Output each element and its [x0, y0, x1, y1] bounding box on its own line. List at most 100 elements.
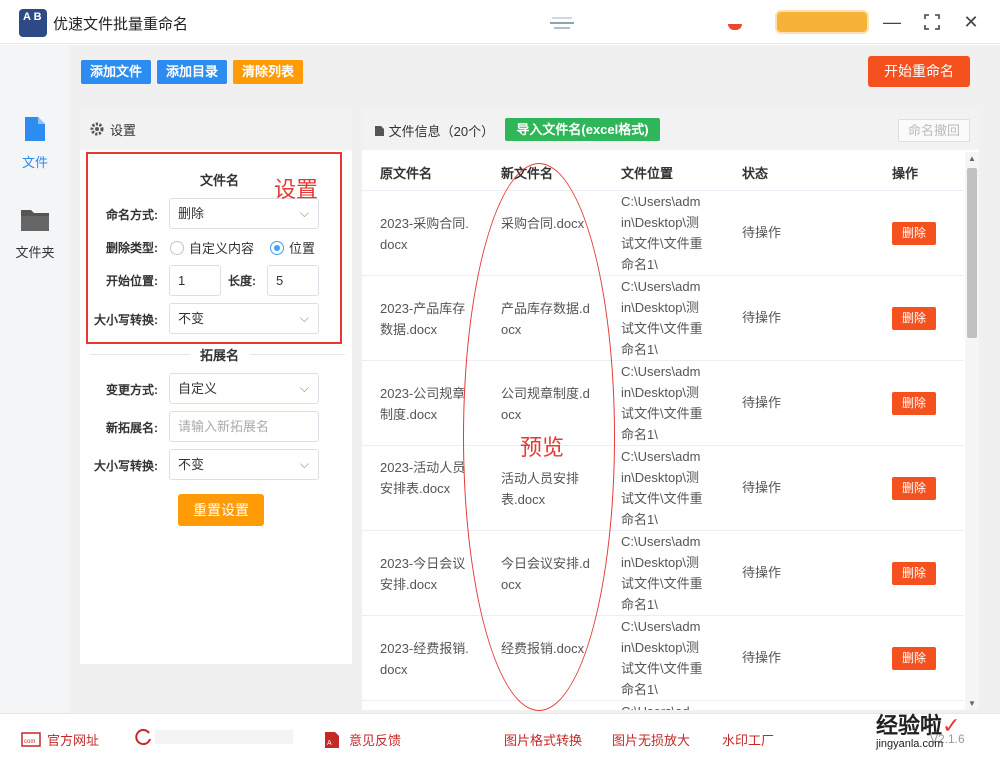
nav-item-label: 文件夹 — [15, 245, 55, 260]
image-format-convert-link[interactable]: 图片格式转换 — [504, 730, 582, 749]
user-account-button[interactable] — [775, 10, 869, 34]
official-site-link[interactable]: com 官方网址 — [21, 730, 99, 749]
file-panel: 文件信息（20个） 导入文件名(excel格式) 命名撤回 原文件名 新文件名 … — [362, 108, 979, 710]
table-row: 2023-今日会议安排.docx 今日会议安排.docx C:\Users\ad… — [362, 530, 964, 615]
settings-annotation: 设置 — [274, 177, 319, 202]
nav-item-file[interactable]: 文件 — [0, 115, 70, 171]
table-row: 2023-产品库存数据.docx 产品库存数据.docx C:\Users\ad… — [362, 275, 964, 360]
rename-undo-button[interactable]: 命名撤回 — [898, 119, 970, 142]
file-location: C:\Users\admin\Desktop\测试文件\文件重命名1\ — [621, 279, 703, 357]
file-panel-header: 文件信息（20个） 导入文件名(excel格式) 命名撤回 — [362, 108, 979, 150]
gear-icon — [90, 122, 104, 136]
delete-row-button[interactable]: 删除 — [892, 562, 936, 585]
file-location: C:\Users\admin\Desktop\测试文件\文件重命名1\ — [621, 619, 703, 697]
table-row: C:\Users\ad — [362, 700, 964, 710]
svg-text:com: com — [24, 739, 35, 745]
footer-bar: com 官方网址 A 意见反馈 图片格式转换 图片无损放大 水印工厂 V2.1.… — [0, 713, 1000, 760]
file-icon — [25, 117, 45, 141]
file-status: 待操作 — [742, 565, 782, 580]
file-location: C:\Users\admin\Desktop\测试文件\文件重命名1\ — [621, 364, 703, 442]
settings-title: 设置 — [110, 122, 137, 138]
original-filename: 2023-公司规章制度.docx — [380, 386, 466, 422]
change-mode-value: 自定义 — [178, 381, 218, 396]
file-location: C:\Users\admin\Desktop\测试文件\文件重命名1\ — [621, 194, 703, 272]
cloud-icon — [550, 17, 574, 29]
feedback-link[interactable]: A 意见反馈 — [323, 730, 401, 749]
folder-icon — [21, 210, 49, 231]
file-status: 待操作 — [742, 395, 782, 410]
table-row: 2023-采购合同.docx 采购合同.docx C:\Users\admin\… — [362, 190, 964, 275]
clear-list-button[interactable]: 清除列表 — [233, 60, 303, 84]
original-filename: 2023-今日会议安排.docx — [380, 556, 466, 592]
refresh-icon[interactable] — [133, 727, 153, 747]
close-icon[interactable]: ✕ — [959, 10, 983, 34]
nav-item-label: 文件 — [21, 155, 48, 170]
original-filename: 2023-产品库存数据.docx — [380, 301, 466, 337]
file-info-title: 文件信息（20个） — [374, 121, 494, 140]
minimize-icon[interactable]: — — [880, 10, 904, 34]
delete-row-button[interactable]: 删除 — [892, 477, 936, 500]
file-status: 待操作 — [742, 310, 782, 325]
import-excel-button[interactable]: 导入文件名(excel格式) — [505, 118, 660, 141]
delete-row-button[interactable]: 删除 — [892, 392, 936, 415]
original-filename: 2023-采购合同.docx — [380, 216, 469, 252]
ext-case-convert-label: 大小写转换: — [94, 459, 158, 473]
official-site-label: 官方网址 — [47, 733, 100, 748]
file-location: C:\Users\admin\Desktop\测试文件\文件重命名1\ — [621, 534, 703, 612]
scroll-down-icon[interactable]: ▼ — [968, 699, 976, 708]
table-scrollbar[interactable]: ▲ ▼ — [965, 152, 979, 710]
ext-case-convert-value: 不变 — [178, 457, 205, 472]
svg-text:A: A — [327, 740, 332, 747]
nav-item-folder[interactable]: 文件夹 — [0, 207, 70, 261]
column-header-action: 操作 — [892, 166, 919, 181]
add-directory-button[interactable]: 添加目录 — [157, 60, 227, 84]
delete-row-button[interactable]: 删除 — [892, 647, 936, 670]
app-title: 优速文件批量重命名 — [53, 16, 189, 33]
change-mode-select[interactable]: 自定义 ⌵ — [169, 373, 319, 404]
start-rename-button[interactable]: 开始重命名 — [868, 56, 970, 87]
title-bar: A B 优速文件批量重命名 — ✕ — [0, 0, 1000, 44]
scroll-up-icon[interactable]: ▲ — [968, 154, 976, 163]
maximize-icon[interactable] — [920, 10, 944, 34]
qq-contact-field — [155, 730, 293, 744]
site-watermark: 经验啦✓ jingyanla.com — [876, 708, 960, 750]
table-row: 2023-活动人员安排表.docx 活动人员安排表.docx C:\Users\… — [362, 445, 964, 530]
delete-row-button[interactable]: 删除 — [892, 307, 936, 330]
left-nav: 文件 文件夹 — [0, 45, 70, 713]
add-file-button[interactable]: 添加文件 — [81, 60, 151, 84]
notification-icon[interactable] — [728, 24, 742, 30]
file-status: 待操作 — [742, 480, 782, 495]
image-lossless-enlarge-link[interactable]: 图片无损放大 — [612, 730, 690, 749]
file-status: 待操作 — [742, 225, 782, 240]
file-location: C:\Users\ad — [621, 701, 703, 710]
scroll-thumb[interactable] — [967, 168, 977, 338]
new-extension-label: 新拓展名: — [106, 421, 158, 435]
column-header-status: 状态 — [742, 166, 769, 181]
extension-section-title: 拓展名 — [200, 348, 240, 363]
watermark-url: jingyanla.com — [876, 738, 944, 750]
reset-settings-button[interactable]: 重置设置 — [178, 494, 264, 526]
ext-case-convert-select[interactable]: 不变 ⌵ — [169, 449, 319, 480]
settings-header: 设置 — [80, 108, 352, 150]
table-row: 2023-经费报销.docx 经费报销.docx C:\Users\admin\… — [362, 615, 964, 700]
new-extension-input[interactable]: 请输入新拓展名 — [169, 411, 319, 442]
app-logo-icon: A B — [19, 9, 47, 37]
table-row: 2023-公司规章制度.docx 公司规章制度.docx C:\Users\ad… — [362, 360, 964, 445]
change-mode-label: 变更方式: — [106, 383, 158, 397]
preview-annotation: 预览 — [520, 435, 565, 460]
original-filename: 2023-经费报销.docx — [380, 641, 469, 677]
column-header-location: 文件位置 — [621, 166, 674, 181]
column-header-original: 原文件名 — [380, 166, 433, 181]
watermark-factory-link[interactable]: 水印工厂 — [722, 730, 774, 749]
file-location: C:\Users\admin\Desktop\测试文件\文件重命名1\ — [621, 449, 703, 527]
divider — [90, 354, 190, 355]
file-status: 待操作 — [742, 650, 782, 665]
divider — [250, 354, 345, 355]
chevron-down-icon: ⌵ — [299, 381, 309, 395]
delete-row-button[interactable]: 删除 — [892, 222, 936, 245]
file-count-label: 文件信息（20个） — [388, 124, 495, 139]
checkmark-icon: ✓ — [942, 713, 961, 738]
watermark-text: 经验啦 — [876, 713, 943, 738]
pdf-icon: A — [325, 731, 339, 748]
chevron-down-icon: ⌵ — [299, 457, 309, 471]
